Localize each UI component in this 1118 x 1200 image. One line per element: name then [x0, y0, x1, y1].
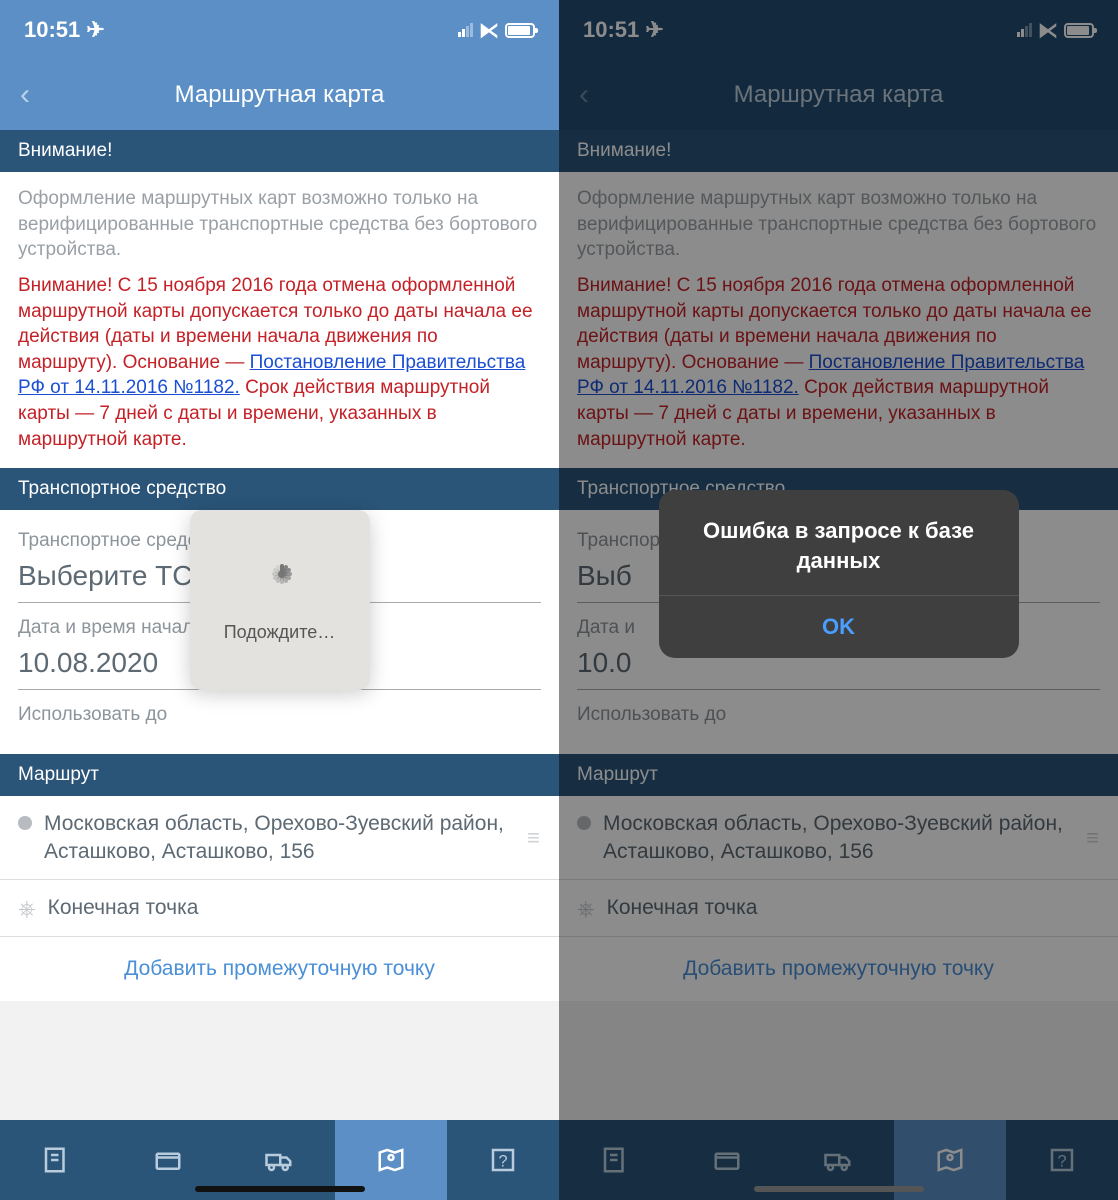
status-right: ⧔ [458, 18, 535, 43]
tab-help[interactable]: ? [447, 1120, 559, 1200]
receipt-icon [41, 1145, 71, 1175]
status-time: 10:51 [24, 17, 80, 42]
screenshot-right: 10:51 ✈ ⧔ ‹ Маршрутная карта Внимание! О… [559, 0, 1118, 1200]
loading-text: Подождите… [224, 622, 336, 643]
help-icon: ? [488, 1145, 518, 1175]
route-block: Московская область, Орехово-Зуевский рай… [0, 796, 559, 1001]
route-end-item[interactable]: ⎈ Конечная точка [0, 880, 559, 937]
error-modal: Ошибка в запросе к базе данных OK [659, 490, 1019, 658]
vehicle-heading: Транспортное средство [0, 468, 559, 510]
wallet-icon [153, 1145, 183, 1175]
map-icon [376, 1145, 406, 1175]
back-button[interactable]: ‹ [20, 78, 30, 112]
screenshot-left: 10:51 ✈ ⧔ ‹ Маршрутная карта Внимание! О… [0, 0, 559, 1200]
signal-icon [458, 23, 473, 37]
bullet-icon [18, 816, 32, 830]
tab-receipt[interactable] [0, 1120, 112, 1200]
wifi-icon: ⧔ [479, 18, 499, 43]
location-arrow-icon: ✈ [86, 17, 104, 42]
home-indicator[interactable] [754, 1186, 924, 1192]
attention-red-note: Внимание! С 15 ноября 2016 года отмена о… [18, 273, 541, 452]
page-title: Маршрутная карта [175, 81, 385, 109]
status-bar: 10:51 ✈ ⧔ [0, 0, 559, 60]
use-until-field[interactable]: Использовать до [18, 696, 541, 744]
error-ok-button[interactable]: OK [659, 595, 1019, 658]
spinner-icon [258, 558, 302, 602]
drag-handle-icon[interactable]: ≡ [527, 825, 541, 851]
pin-icon: ⎈ [18, 896, 36, 922]
attention-heading: Внимание! [0, 130, 559, 172]
status-left: 10:51 ✈ [24, 17, 105, 43]
route-start-item[interactable]: Московская область, Орехово-Зуевский рай… [0, 796, 559, 880]
loading-modal: Подождите… [190, 510, 370, 690]
home-indicator[interactable] [195, 1186, 365, 1192]
battery-icon [505, 23, 535, 38]
error-message: Ошибка в запросе к базе данных [659, 490, 1019, 595]
attention-block: Оформление маршрутных карт возможно толь… [0, 172, 559, 468]
nav-header: ‹ Маршрутная карта [0, 60, 559, 130]
truck-icon [264, 1145, 294, 1175]
svg-text:?: ? [499, 1152, 508, 1170]
attention-gray-note: Оформление маршрутных карт возможно толь… [18, 186, 541, 263]
route-heading: Маршрут [0, 754, 559, 796]
add-waypoint-button[interactable]: Добавить промежуточную точку [0, 937, 559, 1001]
